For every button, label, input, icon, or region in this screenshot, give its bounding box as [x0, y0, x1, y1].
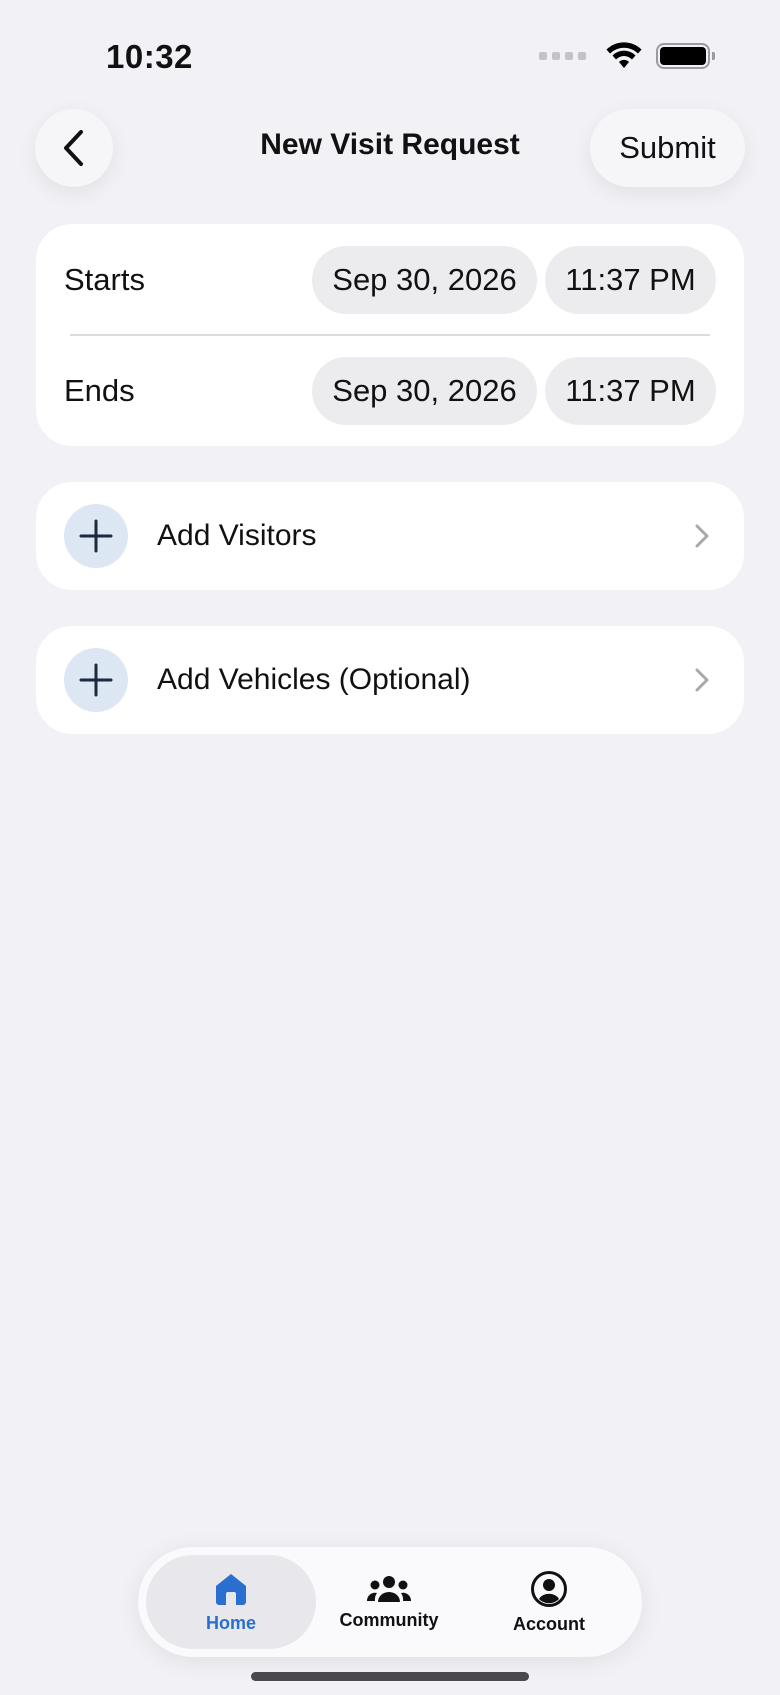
tab-community-label: Community: [339, 1609, 439, 1630]
schedule-card: Starts Sep 30, 2026 11:37 PM Ends Sep 30…: [36, 224, 744, 446]
end-date-picker[interactable]: Sep 30, 2026: [312, 356, 537, 425]
add-visitors-button[interactable]: Add Visitors: [36, 482, 744, 590]
add-visitors-label: Add Visitors: [157, 519, 317, 552]
account-icon: [531, 1570, 567, 1607]
add-vehicles-button[interactable]: Add Vehicles (Optional): [36, 626, 744, 734]
plus-icon: [64, 648, 128, 712]
status-icons: [539, 42, 715, 70]
status-time: 10:32: [106, 38, 193, 75]
add-vehicles-label: Add Vehicles (Optional): [157, 663, 471, 696]
starts-row: Starts Sep 30, 2026 11:37 PM: [36, 224, 744, 335]
battery-icon: [656, 43, 715, 69]
tab-account[interactable]: Account: [464, 1555, 634, 1649]
home-icon: [216, 1573, 246, 1605]
starts-label: Starts: [64, 261, 145, 297]
ends-label: Ends: [64, 372, 135, 408]
tab-home[interactable]: Home: [146, 1555, 316, 1649]
community-icon: [367, 1575, 411, 1602]
tab-account-label: Account: [513, 1613, 585, 1634]
screen: 10:32 New Visit Request Submit Starts Se…: [0, 0, 780, 1695]
tab-home-label: Home: [205, 1612, 256, 1633]
start-date-picker[interactable]: Sep 30, 2026: [312, 245, 537, 314]
start-time-picker[interactable]: 11:37 PM: [545, 245, 716, 314]
plus-icon: [64, 504, 128, 568]
wifi-icon: [606, 42, 642, 68]
end-time-picker[interactable]: 11:37 PM: [545, 356, 716, 425]
chevron-right-icon: [695, 668, 709, 692]
submit-button[interactable]: Submit: [590, 109, 745, 187]
ends-row: Ends Sep 30, 2026 11:37 PM: [36, 335, 744, 446]
cellular-signal-icon: [539, 52, 586, 60]
chevron-right-icon: [695, 524, 709, 548]
tab-community[interactable]: Community: [304, 1555, 474, 1649]
home-indicator: [251, 1672, 529, 1681]
tab-bar: Home Community Account: [138, 1547, 642, 1657]
